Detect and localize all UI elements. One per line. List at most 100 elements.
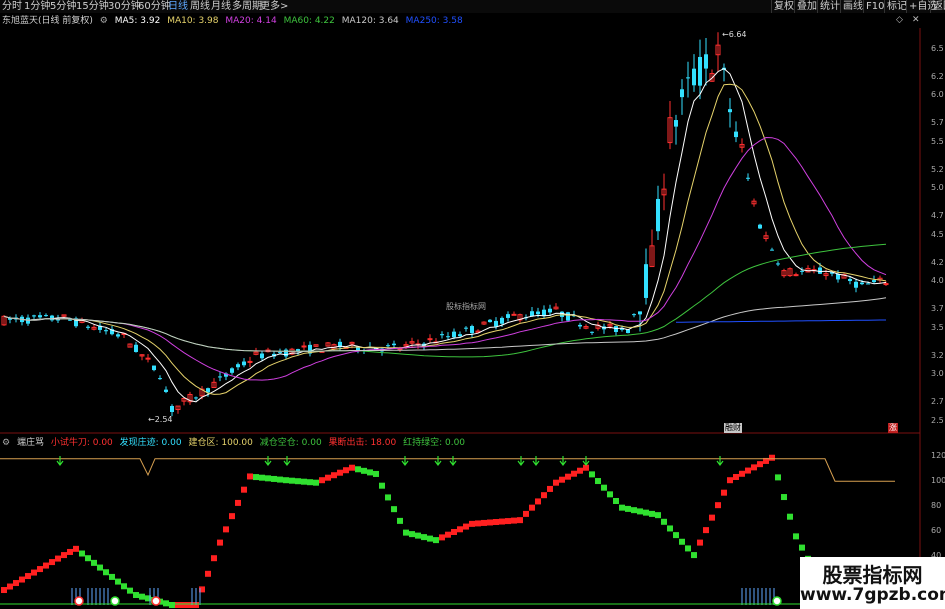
indicator-block (553, 479, 559, 486)
candle-body (230, 368, 234, 373)
candle-body (866, 283, 870, 285)
watermark-text: 股标指标网 (446, 302, 486, 311)
indicator-block (631, 507, 637, 514)
indicator-block (799, 544, 805, 551)
indicator-block (601, 484, 607, 491)
price-axis-label: 2.5 (931, 415, 944, 425)
indicator-block (325, 474, 331, 481)
candle-body (614, 326, 618, 332)
indicator-block (691, 552, 697, 559)
price-axis-label: 3.2 (931, 350, 944, 360)
indicator-block (709, 514, 715, 521)
price-axis-label: 3.5 (931, 322, 944, 332)
candle-body (578, 324, 582, 327)
candle-body (854, 281, 858, 288)
indicator-block (739, 470, 745, 477)
indicator-block (61, 552, 67, 559)
indicator-block (595, 478, 601, 485)
price-axis-label: 3.0 (931, 369, 944, 379)
finance-tag[interactable]: 融财 (724, 423, 742, 433)
candle-body (68, 319, 72, 321)
candle-body (793, 274, 799, 277)
indicator-block (559, 476, 565, 483)
candle-body (278, 352, 282, 354)
indicator-block (793, 533, 799, 540)
indicator-block (409, 531, 415, 538)
price-axis-label: 5.0 (931, 183, 944, 193)
indicator-block (247, 473, 253, 480)
indicator-block (73, 545, 79, 552)
indicator-block (181, 602, 187, 608)
candle-body (500, 317, 504, 324)
indicator-block (295, 478, 301, 485)
candle-body (86, 326, 90, 328)
candle-body (734, 131, 738, 138)
indicator-block (139, 593, 145, 600)
candle-body (218, 376, 222, 378)
indicator-block (367, 469, 373, 476)
indicator-block (415, 532, 421, 539)
candle-body (680, 89, 684, 98)
indicator-value-2: 发现庄迹: 0.00 (119, 438, 182, 448)
candle-body (446, 336, 450, 338)
indicator-block (241, 486, 247, 493)
indicator-block (745, 467, 751, 474)
indicator-legend: ⚙ 端庄骂 小试牛刀: 0.00 发现庄迹: 0.00 建仓区: 100.00 … (2, 437, 469, 449)
low-label: ←2.54 (148, 415, 173, 424)
indicator-block (127, 587, 133, 594)
signal-marker-icon (151, 596, 161, 606)
limit-up-tag[interactable]: 涨 (888, 423, 898, 433)
indicator-block (55, 555, 61, 562)
buy-arrow-icon (434, 456, 442, 466)
indicator-block (133, 592, 139, 599)
candle-body (236, 364, 240, 368)
indicator-axis-label: 80 (931, 501, 942, 511)
indicator-block (721, 489, 727, 496)
candle-body (145, 357, 151, 360)
indicator-block (343, 467, 349, 474)
indicator-block (403, 529, 409, 536)
candle-body (728, 109, 732, 113)
brand-watermark: 股票指标网 www.7gpzb.com (800, 557, 945, 609)
indicator-block (649, 510, 655, 517)
indicator-block (391, 506, 397, 513)
indicator-block (607, 491, 613, 498)
indicator-block (91, 559, 97, 566)
indicator-block (13, 580, 19, 587)
indicator-block (775, 474, 781, 481)
signal-marker-icon (110, 596, 120, 606)
price-axis-label: 4.2 (931, 257, 944, 267)
price-axis-label: 4.0 (931, 276, 944, 286)
candle-body (590, 331, 594, 333)
price-axis-label: 4.5 (931, 229, 944, 239)
indicator-block (433, 537, 439, 544)
buy-arrow-icon (56, 456, 64, 466)
indicator-name[interactable]: 端庄骂 (17, 438, 44, 448)
indicator-block (421, 534, 427, 541)
candle-body (164, 389, 168, 392)
indicator-block (757, 461, 763, 468)
indicator-block (379, 482, 385, 489)
indicator-block (475, 520, 481, 527)
buy-arrow-icon (559, 456, 567, 466)
indicator-block (355, 466, 361, 473)
indicator-value-5: 果断出击: 18.00 (328, 438, 397, 448)
indicator-block (511, 517, 517, 524)
brand-url: www.7gpzb.com (800, 585, 945, 605)
candle-body (488, 319, 492, 323)
indicator-block (301, 478, 307, 485)
indicator-block (715, 502, 721, 509)
candle-body (32, 315, 36, 317)
indicator-block (31, 569, 37, 576)
price-axis-label: 5.5 (931, 136, 944, 146)
candle-body (194, 397, 198, 399)
indicator-block (283, 477, 289, 484)
indicator-block (223, 526, 229, 533)
buy-arrow-icon (401, 456, 409, 466)
indicator-settings-icon[interactable]: ⚙ (2, 438, 10, 448)
indicator-block (349, 464, 355, 471)
indicator-block (229, 513, 235, 520)
indicator-block (655, 512, 661, 519)
signal-marker-icon (772, 596, 782, 606)
candle-body (548, 308, 552, 313)
